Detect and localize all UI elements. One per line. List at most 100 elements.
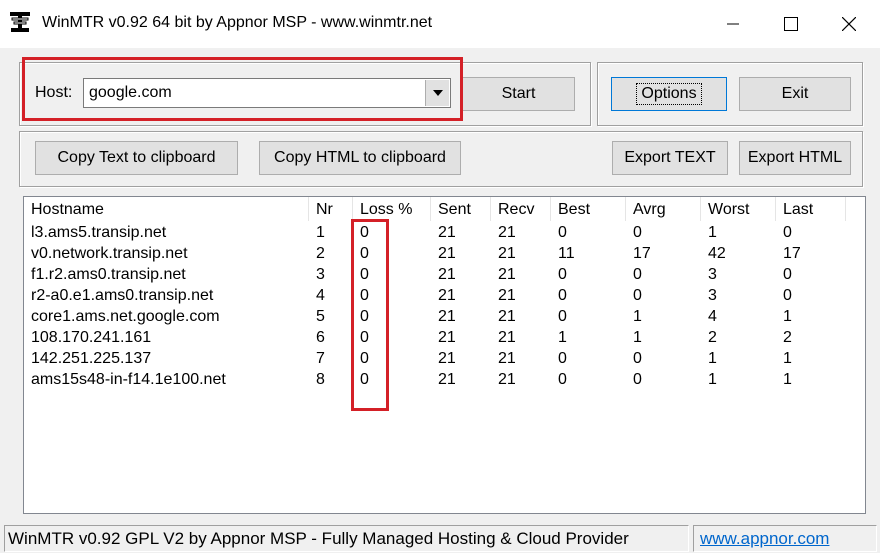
table-row[interactable]: ams15s48-in-f14.1e100.net 8 0 21 21 0 0 1 1 <box>24 369 865 390</box>
cell-hostname: ams15s48-in-f14.1e100.net <box>31 371 226 388</box>
column-header-best[interactable]: Best <box>551 197 626 221</box>
table-row[interactable]: v0.network.transip.net 2 0 21 21 11 17 42 17 <box>24 243 865 264</box>
column-header-loss[interactable]: Loss % <box>353 197 431 221</box>
column-header-nr[interactable]: Nr <box>309 197 353 221</box>
status-text-panel: WinMTR v0.92 GPL V2 by Appnor MSP - Full… <box>4 525 689 552</box>
cell-hostname: 142.251.225.137 <box>31 350 152 367</box>
close-icon <box>842 17 856 31</box>
cell-recv: 21 <box>498 287 516 304</box>
winmtr-app-icon <box>10 12 30 32</box>
cell-avrg: 0 <box>633 266 642 283</box>
table-row[interactable]: core1.ams.net.google.com 5 0 21 21 0 1 4 1 <box>24 306 865 327</box>
cell-recv: 21 <box>498 266 516 283</box>
minimize-icon <box>727 23 739 25</box>
cell-worst: 3 <box>708 287 717 304</box>
column-header-last[interactable]: Last <box>776 197 846 221</box>
maximize-button[interactable] <box>762 0 820 48</box>
cell-sent: 21 <box>438 371 456 388</box>
cell-sent: 21 <box>438 329 456 346</box>
start-button[interactable]: Start <box>462 77 575 111</box>
options-label: Options <box>636 83 702 105</box>
status-bar: WinMTR v0.92 GPL V2 by Appnor MSP - Full… <box>0 522 880 553</box>
exit-button[interactable]: Exit <box>739 77 851 111</box>
table-row[interactable]: l3.ams5.transip.net 1 0 21 21 0 0 1 0 <box>24 222 865 243</box>
cell-nr: 3 <box>316 266 325 283</box>
cell-hostname: core1.ams.net.google.com <box>31 308 220 325</box>
export-text-button[interactable]: Export TEXT <box>612 141 728 175</box>
cell-worst: 1 <box>708 224 717 241</box>
cell-hostname: l3.ams5.transip.net <box>31 224 167 241</box>
cell-recv: 21 <box>498 329 516 346</box>
cell-avrg: 1 <box>633 329 642 346</box>
cell-worst: 42 <box>708 245 726 262</box>
minimize-button[interactable] <box>704 0 762 48</box>
column-header-worst[interactable]: Worst <box>701 197 776 221</box>
copy-text-button[interactable]: Copy Text to clipboard <box>35 141 238 175</box>
cell-nr: 7 <box>316 350 325 367</box>
cell-last: 1 <box>783 371 792 388</box>
window-title: WinMTR v0.92 64 bit by Appnor MSP - www.… <box>42 14 433 31</box>
cell-sent: 21 <box>438 350 456 367</box>
column-header-avrg[interactable]: Avrg <box>626 197 701 221</box>
options-button[interactable]: Options <box>611 77 727 111</box>
cell-hostname: r2-a0.e1.ams0.transip.net <box>31 287 214 304</box>
table-row[interactable]: f1.r2.ams0.transip.net 3 0 21 21 0 0 3 0 <box>24 264 865 285</box>
cell-sent: 21 <box>438 266 456 283</box>
cell-worst: 3 <box>708 266 717 283</box>
cell-avrg: 0 <box>633 371 642 388</box>
column-header-sent[interactable]: Sent <box>431 197 491 221</box>
title-bar[interactable]: WinMTR v0.92 64 bit by Appnor MSP - www.… <box>0 0 880 48</box>
cell-nr: 8 <box>316 371 325 388</box>
export-html-button[interactable]: Export HTML <box>739 141 851 175</box>
cell-hostname: v0.network.transip.net <box>31 245 188 262</box>
cell-recv: 21 <box>498 245 516 262</box>
appnor-link[interactable]: www.appnor.com <box>700 529 829 548</box>
cell-last: 2 <box>783 329 792 346</box>
cell-best: 11 <box>558 245 575 262</box>
cell-best: 0 <box>558 287 567 304</box>
cell-sent: 21 <box>438 224 456 241</box>
cell-best: 0 <box>558 350 567 367</box>
results-table[interactable]: Hostname Nr Loss % Sent Recv Best Avrg W… <box>23 196 866 514</box>
cell-avrg: 0 <box>633 287 642 304</box>
table-row[interactable]: r2-a0.e1.ams0.transip.net 4 0 21 21 0 0 3 0 <box>24 285 865 306</box>
cell-sent: 21 <box>438 308 456 325</box>
cell-nr: 2 <box>316 245 325 262</box>
close-button[interactable] <box>820 0 878 48</box>
cell-avrg: 0 <box>633 224 642 241</box>
cell-last: 0 <box>783 224 792 241</box>
cell-worst: 2 <box>708 329 717 346</box>
cell-recv: 21 <box>498 224 516 241</box>
maximize-icon <box>784 17 798 31</box>
cell-worst: 1 <box>708 371 717 388</box>
host-highlight-box <box>22 57 463 121</box>
cell-last: 1 <box>783 308 792 325</box>
copy-html-button[interactable]: Copy HTML to clipboard <box>259 141 461 175</box>
cell-last: 1 <box>783 350 792 367</box>
cell-sent: 21 <box>438 287 456 304</box>
cell-avrg: 17 <box>633 245 651 262</box>
table-row[interactable]: 108.170.241.161 6 0 21 21 1 1 2 2 <box>24 327 865 348</box>
cell-best: 0 <box>558 308 567 325</box>
cell-best: 0 <box>558 266 567 283</box>
cell-last: 17 <box>783 245 801 262</box>
cell-last: 0 <box>783 287 792 304</box>
status-text: WinMTR v0.92 GPL V2 by Appnor MSP - Full… <box>8 529 629 548</box>
cell-hostname: f1.r2.ams0.transip.net <box>31 266 186 283</box>
cell-worst: 4 <box>708 308 717 325</box>
column-header-hostname[interactable]: Hostname <box>24 197 309 221</box>
cell-avrg: 0 <box>633 350 642 367</box>
cell-best: 0 <box>558 371 567 388</box>
table-header: Hostname Nr Loss % Sent Recv Best Avrg W… <box>24 197 865 221</box>
table-row[interactable]: 142.251.225.137 7 0 21 21 0 0 1 1 <box>24 348 865 369</box>
status-link-panel: www.appnor.com <box>693 525 877 552</box>
cell-avrg: 1 <box>633 308 642 325</box>
cell-recv: 21 <box>498 371 516 388</box>
loss-column-highlight-box <box>351 219 389 411</box>
cell-nr: 5 <box>316 308 325 325</box>
column-header-recv[interactable]: Recv <box>491 197 551 221</box>
cell-nr: 6 <box>316 329 325 346</box>
cell-nr: 4 <box>316 287 325 304</box>
cell-hostname: 108.170.241.161 <box>31 329 152 346</box>
cell-worst: 1 <box>708 350 717 367</box>
